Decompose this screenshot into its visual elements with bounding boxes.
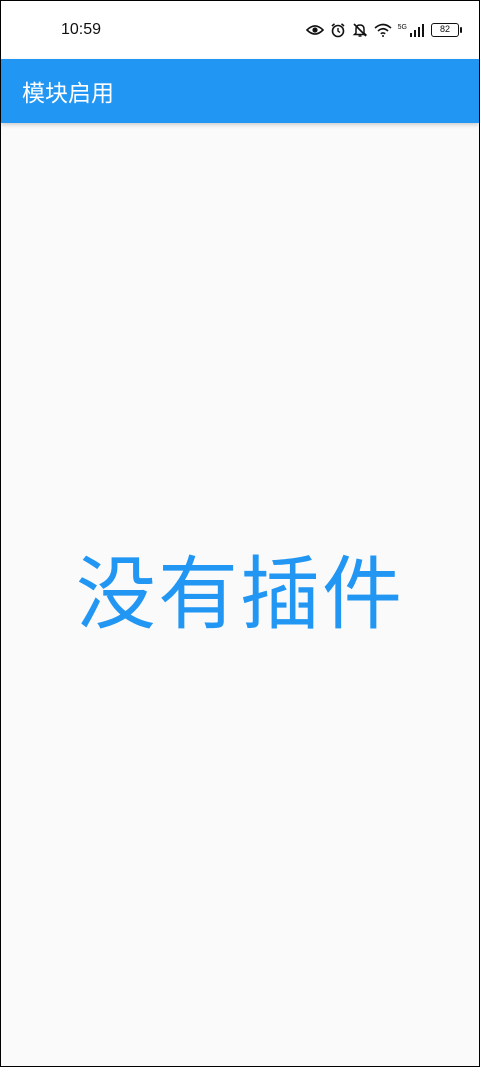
battery-icon: 82	[431, 23, 462, 37]
eye-icon	[305, 23, 324, 37]
phone-screen: 10:59 5G 82 模块启用 没有插件	[0, 0, 480, 1067]
page-title: 模块启用	[22, 81, 114, 107]
empty-state-message: 没有插件	[76, 548, 404, 641]
status-icons: 5G 82	[305, 22, 462, 38]
app-bar: 模块启用	[1, 59, 479, 123]
signal-icon	[409, 23, 425, 37]
status-time: 10:59	[61, 21, 102, 38]
bell-off-icon	[352, 22, 368, 38]
main-content: 没有插件	[1, 123, 479, 1066]
network-type-label: 5G	[397, 24, 407, 31]
wifi-icon	[374, 23, 392, 37]
status-bar: 10:59 5G 82	[1, 1, 479, 59]
alarm-icon	[330, 22, 346, 38]
